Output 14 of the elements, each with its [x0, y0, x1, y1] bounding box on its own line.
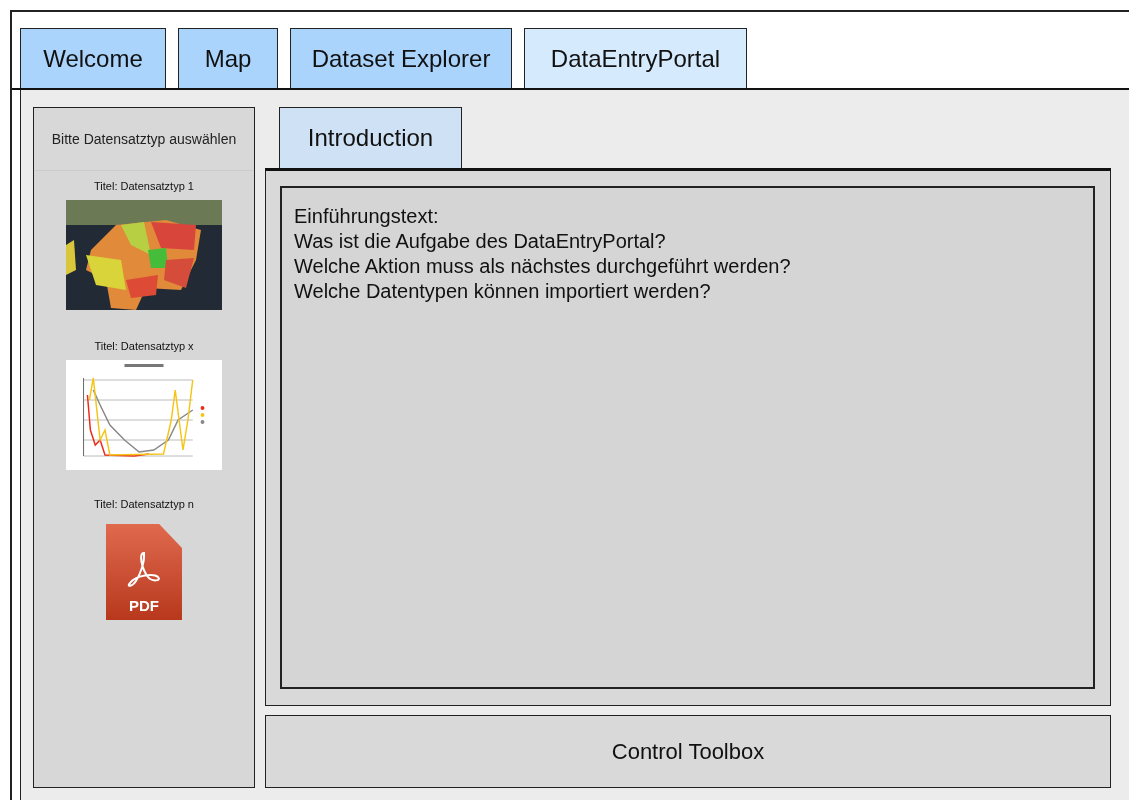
intro-text-line: Welche Aktion muss als nächstes durchgeführt werden?: [294, 254, 792, 279]
tab[interactable]: Welcome: [20, 28, 166, 88]
item-title: Titel: Datensatztyp n: [94, 498, 194, 510]
tab[interactable]: Map: [178, 28, 278, 88]
toolbox-label: Control Toolbox: [611, 738, 765, 765]
intro-text-line: Welche Datentypen können importiert werden?: [294, 279, 712, 304]
item-title: Titel: Datensatztyp 1: [94, 180, 194, 192]
intro-text-line: Was ist die Aufgabe des DataEntryPortal?: [294, 229, 667, 254]
intro-text-line: Einführungstext:: [294, 204, 440, 229]
tab[interactable]: Introduction: [279, 107, 462, 168]
tab[interactable]: Dataset Explorer: [290, 28, 512, 88]
item-title: Titel: Datensatztyp x: [94, 340, 194, 352]
tab[interactable]: DataEntryPortal: [524, 28, 747, 88]
pdf-icon[interactable]: PDF: [106, 524, 182, 620]
